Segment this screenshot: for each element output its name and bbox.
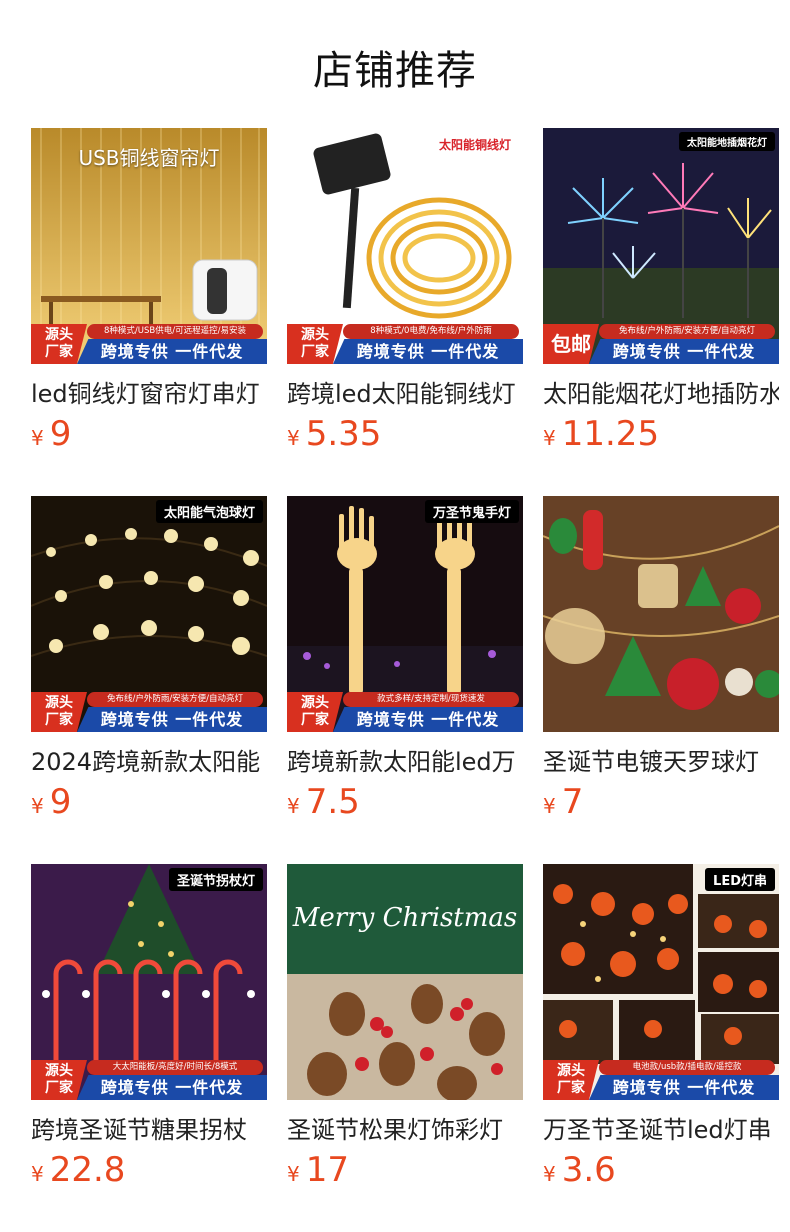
promo-features: 大太阳能板/亮度好/时间长/8模式: [87, 1060, 263, 1075]
promo-slogan: 跨境专供 一件代发: [333, 707, 523, 732]
promo-banner: 源头 厂家 8种模式/0电费/免布线/户外防雨 跨境专供 一件代发: [287, 324, 523, 364]
merry-christmas-script: Merry Christmas: [292, 903, 518, 933]
product-title[interactable]: 圣诞节电镀天罗球灯: [543, 746, 779, 778]
currency-symbol: ¥: [31, 1162, 44, 1186]
product-image[interactable]: 太阳能铜线灯 源头 厂家 8种模式/0电费/免布线/户外防雨 跨境专供 一件代发: [287, 128, 523, 364]
image-corner-tag: 圣诞节拐杖灯: [168, 868, 263, 891]
promo-slogan: 跨境专供 一件代发: [77, 707, 267, 732]
promo-features: 款式多样/支持定制/现货速发: [343, 692, 519, 707]
promo-slogan: 跨境专供 一件代发: [333, 339, 523, 364]
promo-left-badge: 源头 厂家: [31, 324, 87, 364]
promo-left-badge: 源头 厂家: [31, 692, 87, 732]
product-image[interactable]: 太阳能气泡球灯 源头 厂家 免布线/户外防雨/安装方便/自动亮灯 跨境专供 一件代…: [31, 496, 267, 732]
image-corner-tag: 太阳能地插烟花灯: [679, 132, 775, 151]
currency-symbol: ¥: [543, 426, 556, 450]
product-price: ¥7: [543, 782, 584, 822]
promo-banner: 源头 厂家 款式多样/支持定制/现货速发 跨境专供 一件代发: [287, 692, 523, 732]
image-corner-tag: LED灯串: [705, 868, 775, 891]
product-title[interactable]: 2024跨境新款太阳能: [31, 746, 267, 778]
product-price: ¥5.35: [287, 414, 382, 454]
product-image[interactable]: LED灯串 源头 厂家 电池款/usb款/插电款/遥控款 跨境专供 一件代发: [543, 864, 779, 1100]
promo-slogan: 跨境专供 一件代发: [77, 339, 267, 364]
promo-features: 免布线/户外防雨/安装方便/自动亮灯: [599, 324, 775, 339]
product-title[interactable]: 跨境新款太阳能led万: [287, 746, 523, 778]
promo-banner: 包邮 免布线/户外防雨/安装方便/自动亮灯 跨境专供 一件代发: [543, 324, 779, 364]
product-image[interactable]: Merry Christmas: [287, 864, 523, 1100]
product-image[interactable]: 太阳能地插烟花灯 包邮 免布线/户外防雨/安装方便/自动亮灯 跨境专供 一件代发: [543, 128, 779, 364]
image-corner-tag: 万圣节鬼手灯: [424, 500, 519, 523]
image-corner-tag: 太阳能气泡球灯: [155, 500, 263, 523]
promo-left-badge: 源头 厂家: [287, 692, 343, 732]
product-image[interactable]: 圣诞节拐杖灯 源头 厂家 大太阳能板/亮度好/时间长/8模式 跨境专供 一件代发: [31, 864, 267, 1100]
promo-features: 8种模式/USB供电/可远程遥控/易安装: [87, 324, 263, 339]
currency-symbol: ¥: [31, 426, 44, 450]
product-title[interactable]: led铜线灯窗帘灯串灯: [31, 378, 267, 410]
promo-slogan: 跨境专供 一件代发: [589, 1075, 779, 1100]
promo-features: 电池款/usb款/插电款/遥控款: [599, 1060, 775, 1075]
product-title[interactable]: 跨境圣诞节糖果拐杖: [31, 1114, 267, 1146]
pinecone-light-photo: Merry Christmas: [287, 864, 523, 1100]
product-price: ¥9: [31, 782, 72, 822]
promo-left-badge: 源头 厂家: [31, 1060, 87, 1100]
product-price: ¥11.25: [543, 414, 660, 454]
promo-slogan: 跨境专供 一件代发: [589, 339, 779, 364]
promo-slogan: 跨境专供 一件代发: [77, 1075, 267, 1100]
product-price: ¥17: [287, 1150, 349, 1190]
product-card[interactable]: LED灯串 源头 厂家 电池款/usb款/插电款/遥控款 跨境专供 一件代发 万圣…: [543, 864, 779, 1204]
promo-banner: 源头 厂家 8种模式/USB供电/可远程遥控/易安装 跨境专供 一件代发: [31, 324, 267, 364]
promo-banner: 源头 厂家 电池款/usb款/插电款/遥控款 跨境专供 一件代发: [543, 1060, 779, 1100]
product-card[interactable]: Merry Christmas 圣诞节松果灯饰彩灯 ¥17: [287, 864, 523, 1204]
currency-symbol: ¥: [287, 794, 300, 818]
currency-symbol: ¥: [31, 794, 44, 818]
product-card[interactable]: 圣诞节电镀天罗球灯 ¥7: [543, 496, 779, 836]
currency-symbol: ¥: [287, 426, 300, 450]
product-card[interactable]: 圣诞节拐杖灯 源头 厂家 大太阳能板/亮度好/时间长/8模式 跨境专供 一件代发 …: [31, 864, 267, 1204]
product-image[interactable]: 万圣节鬼手灯 源头 厂家 款式多样/支持定制/现货速发 跨境专供 一件代发: [287, 496, 523, 732]
product-title[interactable]: 万圣节圣诞节led灯串: [543, 1114, 779, 1146]
page-title: 店铺推荐: [313, 48, 477, 94]
image-corner-tag: 太阳能铜线灯: [438, 138, 511, 152]
product-card[interactable]: USB铜线窗帘灯 源头 厂家 8种模式/USB供电/可远程遥控/易安装 跨境专供 …: [31, 128, 267, 468]
promo-left-badge: 源头 厂家: [287, 324, 343, 364]
currency-symbol: ¥: [287, 1162, 300, 1186]
promo-features: 免布线/户外防雨/安装方便/自动亮灯: [87, 692, 263, 707]
product-image[interactable]: USB铜线窗帘灯 源头 厂家 8种模式/USB供电/可远程遥控/易安装 跨境专供 …: [31, 128, 267, 364]
product-image[interactable]: [543, 496, 779, 732]
product-price: ¥7.5: [287, 782, 360, 822]
currency-symbol: ¥: [543, 794, 556, 818]
promo-left-badge: 包邮: [543, 324, 599, 364]
product-price: ¥3.6: [543, 1150, 616, 1190]
product-title[interactable]: 圣诞节松果灯饰彩灯: [287, 1114, 523, 1146]
currency-symbol: ¥: [543, 1162, 556, 1186]
product-card[interactable]: 太阳能气泡球灯 源头 厂家 免布线/户外防雨/安装方便/自动亮灯 跨境专供 一件代…: [31, 496, 267, 836]
product-price: ¥22.8: [31, 1150, 126, 1190]
christmas-ornament-light-photo: [543, 496, 779, 732]
product-title[interactable]: 跨境led太阳能铜线灯: [287, 378, 523, 410]
promo-banner: 源头 厂家 大太阳能板/亮度好/时间长/8模式 跨境专供 一件代发: [31, 1060, 267, 1100]
product-title[interactable]: 太阳能烟花灯地插防水: [543, 378, 779, 410]
product-price: ¥9: [31, 414, 72, 454]
product-card[interactable]: 太阳能铜线灯 源头 厂家 8种模式/0电费/免布线/户外防雨 跨境专供 一件代发 …: [287, 128, 523, 468]
product-card[interactable]: 太阳能地插烟花灯 包邮 免布线/户外防雨/安装方便/自动亮灯 跨境专供 一件代发…: [543, 128, 779, 468]
image-watermark: USB铜线窗帘灯: [78, 146, 220, 170]
promo-features: 8种模式/0电费/免布线/户外防雨: [343, 324, 519, 339]
product-card[interactable]: 万圣节鬼手灯 源头 厂家 款式多样/支持定制/现货速发 跨境专供 一件代发 跨境新…: [287, 496, 523, 836]
promo-banner: 源头 厂家 免布线/户外防雨/安装方便/自动亮灯 跨境专供 一件代发: [31, 692, 267, 732]
promo-left-badge: 源头 厂家: [543, 1060, 599, 1100]
